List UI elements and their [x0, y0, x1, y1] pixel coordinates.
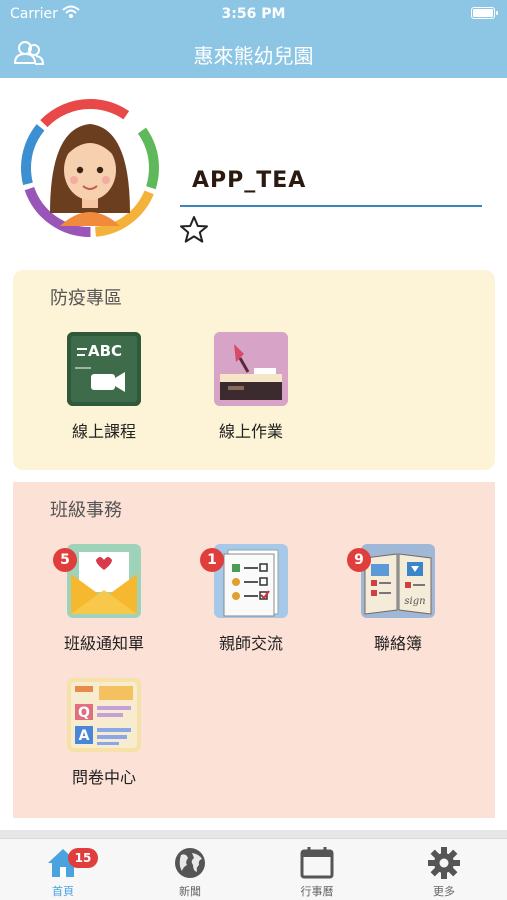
tab-news[interactable]: 新聞 [127, 839, 253, 900]
globe-icon [172, 845, 208, 881]
tile-label: 問卷中心 [71, 768, 136, 787]
status-time: 3:56 PM [221, 6, 286, 22]
svg-text:Q: Q [78, 705, 90, 721]
username-underline [180, 205, 482, 207]
tab-divider [0, 830, 507, 838]
contact-book-icon: sign 9 [347, 544, 435, 618]
epidemic-section: 防疫專區 ABC 線上課程 線上作業 [13, 270, 495, 470]
status-bar: Carrier 3:56 PM [0, 0, 507, 28]
svg-text:A: A [79, 728, 90, 744]
notification-badge: 5 [53, 548, 77, 572]
tab-calendar[interactable]: 行事曆 [254, 839, 380, 900]
page-title: 惠來熊幼兒園 [193, 44, 314, 68]
avatar[interactable] [20, 98, 160, 238]
tab-badge: 15 [68, 848, 98, 868]
section-title: 防疫專區 [50, 288, 122, 309]
tile-label: 班級通知單 [63, 634, 144, 653]
svg-text:sign: sign [404, 596, 425, 607]
username: APP_TEA [192, 168, 307, 193]
parent-teacher-tile[interactable]: 1 親師交流 [196, 544, 306, 654]
online-homework-tile[interactable]: 線上作業 [196, 332, 306, 442]
tab-label: 新聞 [179, 885, 201, 898]
parent-teacher-icon: 1 [200, 544, 288, 618]
profile-header: APP_TEA [0, 80, 507, 260]
section-title: 班級事務 [50, 500, 122, 521]
survey-center-tile[interactable]: Q A 問卷中心 [49, 678, 159, 788]
tab-bar: 15 首頁 新聞 行事曆 更多 [0, 838, 507, 900]
online-course-icon: ABC [67, 332, 141, 406]
svg-text:ABC: ABC [88, 342, 122, 360]
class-affairs-section: 班級事務 5 班級通知單 1 親師交流 sign 9 聯絡簿 Q A 問卷中心 [13, 482, 495, 818]
tab-more[interactable]: 更多 [381, 839, 507, 900]
star-outline-icon[interactable] [178, 214, 210, 246]
tab-label: 首頁 [52, 885, 74, 898]
contact-book-tile[interactable]: sign 9 聯絡簿 [343, 544, 453, 654]
tab-label: 行事曆 [300, 885, 334, 898]
calendar-icon [299, 845, 335, 881]
tile-label: 線上作業 [218, 422, 283, 441]
online-course-tile[interactable]: ABC 線上課程 [49, 332, 159, 442]
tab-home[interactable]: 15 首頁 [0, 839, 126, 900]
class-notice-tile[interactable]: 5 班級通知單 [49, 544, 159, 654]
gear-icon [426, 845, 462, 881]
tile-label: 親師交流 [218, 634, 283, 653]
battery-icon [471, 7, 498, 19]
tab-label: 更多 [433, 885, 455, 898]
tile-label: 聯絡簿 [373, 634, 422, 653]
tile-label: 線上課程 [71, 422, 136, 441]
notification-badge: 1 [200, 548, 224, 572]
nav-bar: 惠來熊幼兒園 [0, 28, 507, 78]
notification-badge: 9 [347, 548, 371, 572]
survey-center-icon: Q A [67, 678, 141, 752]
class-notice-icon: 5 [53, 544, 141, 618]
online-homework-icon [214, 332, 288, 406]
